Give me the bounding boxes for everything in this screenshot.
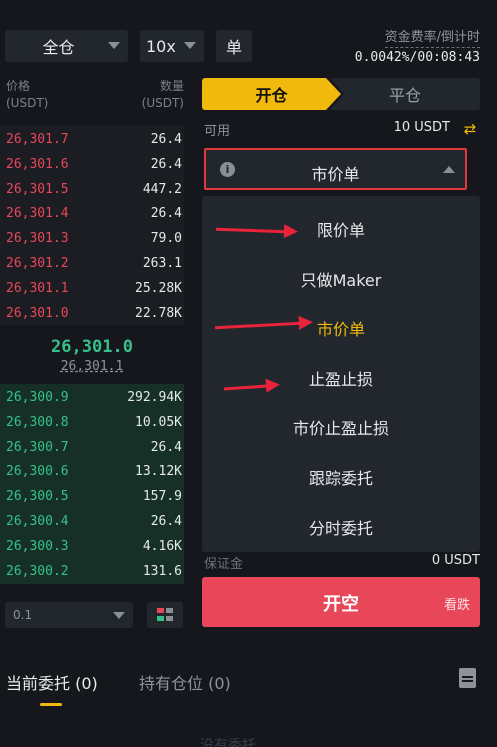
trade-tabs: 平仓 开仓 [202,78,480,110]
available-label: 可用 [204,124,231,139]
orderbook-quantity: 26.4 [150,439,182,455]
top-bar: 全仓 10x 单 资金费率/倒计时 0.0042%/00:08:43 [0,0,497,70]
precision-value: 0.1 [13,608,33,622]
document-icon[interactable] [459,668,476,688]
transfer-icon[interactable]: ⇄ [460,121,480,137]
orderbook-price: 26,301.4 [6,206,69,222]
open-short-sub: 看跌 [443,598,470,613]
available-balance: 可用 10 USDT ⇄ [204,120,480,140]
orderbook-price: 26,300.3 [6,538,69,554]
available-value: 10 USDT [393,120,450,135]
last-price[interactable]: 26,301.0 [0,337,184,357]
orderbook-quantity: 447.2 [142,181,182,197]
margin-row: 保证金 0 USDT [204,553,480,572]
orderbook-row[interactable]: 26,300.2 131.6 [0,560,184,584]
orderbook-quantity: 26.4 [150,132,182,147]
orderbook-price: 26,301.2 [6,256,69,271]
margin-mode-select[interactable]: 全仓 [5,30,128,62]
orderbook-quantity: 79.0 [150,231,182,247]
orderbook-price: 26,301.1 [6,280,69,296]
orderbook-row[interactable]: 26,300.8 10.05K [0,411,184,435]
orderbook-row[interactable]: 26,300.4 26.4 [0,510,184,534]
orderbook-price: 26,301.7 [6,132,69,147]
open-short-label: 开空 [323,594,359,615]
empty-hint: 没有委托 [200,738,256,747]
orderbook-row[interactable]: 26,301.2 263.1 [0,252,184,276]
tab-open-position[interactable]: 开仓 [202,78,341,110]
tab-open-orders[interactable]: 当前委托 (0) [6,670,98,694]
orderbook-quantity: 26.4 [150,156,182,172]
orderbook-quantity: 22.78K [135,305,182,321]
order-type-option[interactable]: 市价单 [202,316,480,340]
orderbook-price: 26,300.4 [6,514,69,529]
chevron-down-icon [184,42,196,49]
orderbook-row[interactable]: 26,301.7 26.4 [0,128,184,152]
quantity-column-header: 数量 (USDT) [141,79,184,110]
orderbook-price: 26,301.3 [6,231,69,247]
orderbook-row[interactable]: 26,300.9 292.94K [0,386,184,410]
orderbook-row[interactable]: 26,300.3 4.16K [0,535,184,559]
leverage-label: 10x [146,36,176,56]
orderbook-row[interactable]: 26,301.0 22.78K [0,302,184,326]
orderbook-row[interactable]: 26,301.4 26.4 [0,202,184,226]
orderbook-price: 26,301.5 [6,181,69,197]
orderbook-row[interactable]: 26,300.6 13.12K [0,460,184,484]
orderbook-quantity: 13.12K [135,464,182,480]
orderbook-row[interactable]: 26,301.1 25.28K [0,277,184,301]
position-mode-button[interactable]: 单 [216,30,252,62]
orderbook-quantity: 10.05K [135,414,182,430]
orderbook-price: 26,300.6 [6,464,69,480]
order-type-value: 市价单 [311,165,360,184]
orderbook-quantity: 4.16K [142,538,182,554]
orderbook-row[interactable]: 26,300.5 157.9 [0,485,184,509]
funding-rate: 资金费率/倒计时 0.0042%/00:08:43 [355,26,480,65]
orderbook-price: 26,300.7 [6,439,69,455]
leverage-select[interactable]: 10x [140,30,204,62]
margin-value: 0 USDT [431,553,480,568]
bottom-tabs: 当前委托 (0) 持有仓位 (0) [0,650,497,710]
orderbook-row[interactable]: 26,301.6 26.4 [0,153,184,177]
funding-rate-value: 0.0042%/00:08:43 [354,50,480,65]
orderbook-quantity: 157.9 [142,489,182,505]
tab-indicator [40,703,62,706]
order-type-dropdown: 限价单 只做Maker 市价单 止盈止损 市价止盈止损 跟踪委托 分时委托 [202,196,480,552]
chevron-up-icon [443,166,455,173]
funding-rate-label: 资金费率/倒计时 [384,29,480,48]
order-type-option[interactable]: 跟踪委托 [202,465,480,489]
tab-positions[interactable]: 持有仓位 (0) [139,670,231,694]
position-mode-label: 单 [225,38,242,57]
orderbook-quantity: 25.28K [135,280,182,296]
orderbook-price: 26,300.5 [6,489,69,505]
orderbook-quantity: 292.94K [127,390,182,405]
orderbook-row[interactable]: 26,301.3 79.0 [0,227,184,251]
orderbook-layout-icon[interactable] [147,602,183,628]
orderbook-quantity: 131.6 [142,563,182,579]
orderbook-price: 26,300.9 [6,390,69,405]
chevron-down-icon [108,42,120,49]
margin-label: 保证金 [204,557,244,572]
orderbook-price: 26,301.6 [6,156,69,172]
open-short-button[interactable]: 开空 看跌 [202,577,480,627]
orderbook-price: 26,300.2 [6,563,69,579]
order-type-option[interactable]: 只做Maker [202,267,480,291]
order-type-option[interactable]: 分时委托 [202,515,480,539]
chevron-down-icon [113,612,125,619]
orderbook-row[interactable]: 26,301.5 447.2 [0,178,184,202]
tab-close-position[interactable]: 平仓 [330,78,480,110]
order-type-option[interactable]: 市价止盈止损 [202,415,480,439]
orderbook-quantity: 26.4 [150,206,182,222]
orderbook-header: 价格 (USDT) 数量 (USDT) [6,78,184,112]
orderbook-price: 26,300.8 [6,414,69,430]
orderbook-price: 26,301.0 [6,305,69,321]
order-type-select[interactable]: i 市价单 [204,148,467,190]
orderbook-quantity: 26.4 [150,514,182,529]
mark-price: 26,301.1 [60,359,124,374]
orderbook-quantity: 263.1 [142,256,182,271]
precision-select[interactable]: 0.1 [5,602,133,628]
orderbook-row[interactable]: 26,300.7 26.4 [0,436,184,460]
